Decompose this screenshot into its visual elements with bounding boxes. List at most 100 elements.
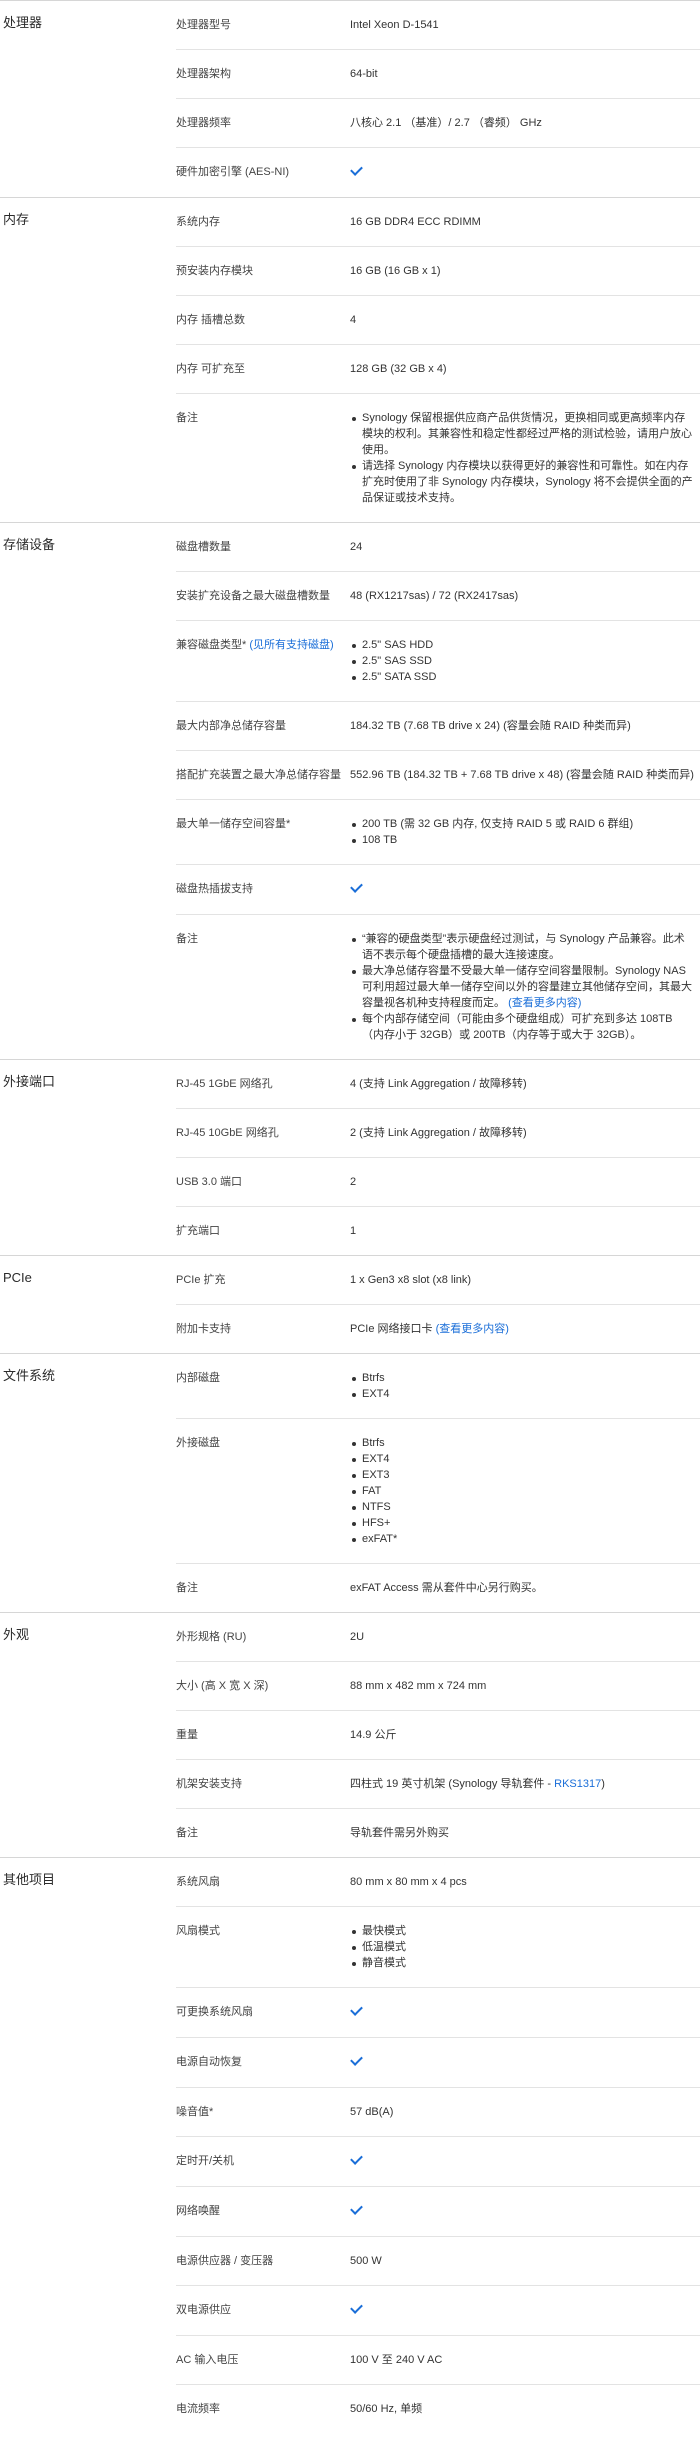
list-item-text: 静音模式 [362, 1957, 406, 1969]
spec-label: 外形规格 (RU) [176, 1613, 350, 1661]
spec-value-text: Intel Xeon D-1541 [350, 19, 439, 31]
spec-value: Btrfs EXT4 [350, 1354, 700, 1418]
spec-label: 磁盘热插拔支持 [176, 865, 350, 914]
spec-label: 内存 可扩充至 [176, 345, 350, 393]
spec-row: 磁盘热插拔支持 [176, 865, 700, 915]
spec-value: Btrfs EXT4 EXT3 FAT NTFS HFS+ exFAT* [350, 1419, 700, 1563]
spec-row: 内存 插槽总数 4 [176, 296, 700, 345]
spec-value: 50/60 Hz, 单频 [350, 2385, 700, 2433]
spec-row: 系统内存 16 GB DDR4 ECC RDIMM [176, 198, 700, 247]
spec-value-text: 128 GB (32 GB x 4) [350, 363, 447, 375]
spec-value [350, 2038, 700, 2087]
spec-label: USB 3.0 端口 [176, 1158, 350, 1206]
spec-row: 风扇模式 最快模式 低温模式 静音模式 [176, 1907, 700, 1988]
spec-label: 网络唤醒 [176, 2187, 350, 2236]
spec-label-text: 电源供应器 / 变压器 [176, 2255, 274, 2267]
spec-value: 2.5" SAS HDD 2.5" SAS SSD 2.5" SATA SSD [350, 621, 700, 701]
see-more-link[interactable]: (查看更多内容) [508, 997, 581, 1009]
list-item: 2.5" SATA SSD [350, 669, 694, 685]
spec-value-text: 100 V 至 240 V AC [350, 2354, 443, 2366]
list-item: exFAT* [350, 1531, 694, 1547]
section-title: 存储设备 [3, 537, 56, 552]
spec-row: 最大单一储存空间容量* 200 TB (需 32 GB 内存, 仅支持 RAID … [176, 800, 700, 865]
spec-value-list: Btrfs EXT4 EXT3 FAT NTFS HFS+ exFAT* [350, 1435, 694, 1547]
spec-value: 100 V 至 240 V AC [350, 2336, 700, 2384]
section-rows: 磁盘槽数量 24 安装扩充设备之最大磁盘槽数量 48 (RX1217sas) / 72… [176, 523, 700, 1059]
spec-value-text: 1 x Gen3 x8 slot (x8 link) [350, 1274, 472, 1286]
list-item-text: 每个内部存储空间（可能由多个硬盘组成）可扩充到多达 108TB（内存小于 32G… [362, 1013, 673, 1041]
spec-row: 外形规格 (RU) 2U [176, 1613, 700, 1662]
spec-value-text: 导轨套件需另外购买 [350, 1827, 449, 1839]
spec-value: 16 GB DDR4 ECC RDIMM [350, 198, 700, 246]
spec-row: 双电源供应 [176, 2286, 700, 2336]
spec-row: 噪音值* 57 dB(A) [176, 2088, 700, 2137]
value-link[interactable]: (查看更多内容) [436, 1323, 509, 1335]
spec-value: 48 (RX1217sas) / 72 (RX2417sas) [350, 572, 700, 620]
spec-label: 处理器架构 [176, 50, 350, 98]
spec-row: 外接磁盘 Btrfs EXT4 EXT3 FAT NTFS HFS+ exFAT* [176, 1419, 700, 1564]
spec-label: 内存 插槽总数 [176, 296, 350, 344]
spec-label: 双电源供应 [176, 2286, 350, 2335]
spec-label-text: 硬件加密引擎 (AES-NI) [176, 166, 290, 178]
spec-row: AC 输入电压 100 V 至 240 V AC [176, 2336, 700, 2385]
list-item: FAT [350, 1483, 694, 1499]
spec-row: 电源供应器 / 变压器 500 W [176, 2237, 700, 2286]
list-item: Btrfs [350, 1370, 694, 1386]
spec-label: AC 输入电压 [176, 2336, 350, 2384]
spec-label: 备注 [176, 1809, 350, 1857]
checkmark-icon [350, 2302, 364, 2314]
spec-label: 外接磁盘 [176, 1419, 350, 1563]
spec-value: 80 mm x 80 mm x 4 pcs [350, 1858, 700, 1906]
spec-value-text: 552.96 TB (184.32 TB + 7.68 TB drive x 4… [350, 769, 694, 781]
spec-label: 硬件加密引擎 (AES-NI) [176, 148, 350, 197]
spec-value-text: 四柱式 19 英寸机架 (Synology 导轨套件 - [350, 1778, 555, 1790]
spec-row: 预安装内存模块 16 GB (16 GB x 1) [176, 247, 700, 296]
list-item-text: EXT4 [362, 1388, 390, 1400]
spec-label-text: 重量 [176, 1729, 198, 1741]
spec-label-text: 可更换系统风扇 [176, 2006, 253, 2018]
spec-value-text: 50/60 Hz, 单频 [350, 2403, 423, 2415]
spec-row: 大小 (高 X 宽 X 深) 88 mm x 482 mm x 724 mm [176, 1662, 700, 1711]
spec-label-text: 兼容磁盘类型* [176, 639, 247, 651]
spec-value-text: 64-bit [350, 68, 378, 80]
spec-label: PCIe 扩充 [176, 1256, 350, 1304]
spec-label: 附加卡支持 [176, 1305, 350, 1353]
spec-label-text: PCIe 扩充 [176, 1274, 226, 1286]
spec-value: 最快模式 低温模式 静音模式 [350, 1907, 700, 1987]
list-item-text: 2.5" SAS HDD [362, 639, 434, 651]
list-item: 2.5" SAS SSD [350, 653, 694, 669]
section-title: 文件系统 [3, 1368, 56, 1383]
spec-label-text: 处理器频率 [176, 117, 231, 129]
list-item: EXT3 [350, 1467, 694, 1483]
spec-label-text: USB 3.0 端口 [176, 1176, 243, 1188]
spec-label-text: 备注 [176, 1582, 198, 1594]
list-item: Synology 保留根据供应商产品供货情况，更换相同或更高频率内存模块的权利。… [350, 410, 694, 458]
spec-value: Synology 保留根据供应商产品供货情况，更换相同或更高频率内存模块的权利。… [350, 394, 700, 522]
spec-value-text: PCIe 网络接口卡 [350, 1323, 433, 1335]
spec-label: 安装扩充设备之最大磁盘槽数量 [176, 572, 350, 620]
spec-section: 外观 外形规格 (RU) 2U 大小 (高 X 宽 X 深) 88 mm x 482 m… [0, 1612, 700, 1857]
compatibility-list-link[interactable]: (见所有支持磁盘) [249, 639, 333, 651]
list-item-text: 最快模式 [362, 1925, 406, 1937]
spec-row: 安装扩充设备之最大磁盘槽数量 48 (RX1217sas) / 72 (RX241… [176, 572, 700, 621]
spec-row: 内部磁盘 Btrfs EXT4 [176, 1354, 700, 1419]
checkmark-icon [350, 164, 364, 176]
spec-label: 定时开/关机 [176, 2137, 350, 2186]
spec-value-list: Synology 保留根据供应商产品供货情况，更换相同或更高频率内存模块的权利。… [350, 410, 694, 506]
spec-value-text: 500 W [350, 2255, 382, 2267]
spec-value: 2U [350, 1613, 700, 1661]
spec-row: 系统风扇 80 mm x 80 mm x 4 pcs [176, 1858, 700, 1907]
section-title: PCIe [3, 1270, 32, 1285]
value-link[interactable]: RKS1317 [554, 1778, 601, 1790]
spec-value-list: 200 TB (需 32 GB 内存, 仅支持 RAID 5 或 RAID 6 … [350, 816, 694, 848]
list-item: EXT4 [350, 1451, 694, 1467]
spec-value-text: 24 [350, 541, 363, 553]
spec-label-text: 大小 (高 X 宽 X 深) [176, 1680, 269, 1692]
spec-row: 可更换系统风扇 [176, 1988, 700, 2038]
spec-value-text: 4 [350, 314, 357, 326]
spec-value [350, 865, 700, 914]
list-item: Btrfs [350, 1435, 694, 1451]
checkmark-icon [350, 2203, 364, 2215]
spec-row: 磁盘槽数量 24 [176, 523, 700, 572]
spec-value-text: 2 [350, 1176, 357, 1188]
